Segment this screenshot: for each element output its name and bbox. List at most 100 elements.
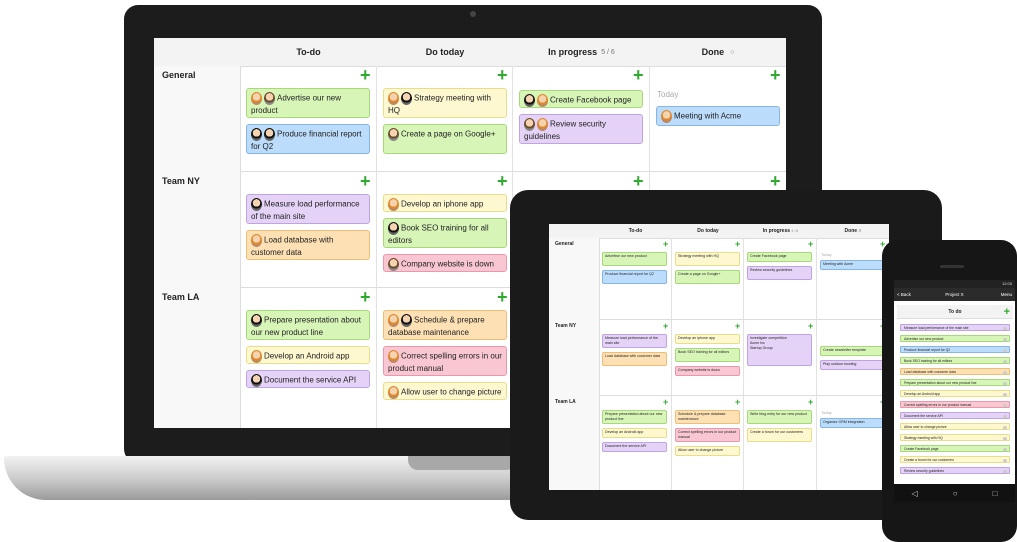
card[interactable]: Correct spelling errors in our product m…: [383, 346, 507, 376]
card[interactable]: Measure load performance of the main sit…: [602, 334, 667, 348]
add-card-button[interactable]: +: [735, 322, 740, 331]
list-item[interactable]: Document the service API: [900, 412, 1010, 419]
card-title: Meeting with Acme: [674, 111, 742, 121]
list-item[interactable]: Create Facebook page: [900, 445, 1010, 452]
add-card-button[interactable]: +: [360, 172, 371, 190]
column-header-done[interactable]: Done ○: [817, 224, 889, 239]
card[interactable]: Create Facebook page: [747, 252, 812, 262]
card[interactable]: Develop an Android app: [602, 428, 667, 438]
add-card-button[interactable]: +: [808, 322, 813, 331]
card[interactable]: Produce financial report for Q2: [246, 124, 370, 154]
card[interactable]: Schedule & prepare database maintenance: [383, 310, 507, 340]
menu-button[interactable]: Menu: [1001, 288, 1012, 301]
card[interactable]: Create Facebook page: [519, 90, 643, 108]
add-card-button[interactable]: +: [735, 240, 740, 249]
swimlane-team-la[interactable]: Team LA: [154, 288, 241, 428]
card[interactable]: Advertise our new product: [246, 88, 370, 118]
swimlane-general[interactable]: General: [549, 238, 600, 321]
card[interactable]: Create a forum for our customers: [747, 428, 812, 442]
column-title: In progress: [762, 228, 791, 234]
card[interactable]: Strategy meeting with HQ: [383, 88, 507, 118]
card[interactable]: Meeting with Acme: [656, 106, 780, 126]
list-item[interactable]: Develop an Android app: [900, 390, 1010, 397]
card[interactable]: Allow user to change picture: [675, 446, 740, 456]
column-header-in-progress[interactable]: In progress 5 / 6: [513, 38, 651, 67]
list-item[interactable]: Prepare presentation about our new produ…: [900, 379, 1010, 386]
list-item[interactable]: Strategy meeting with HQ: [900, 434, 1010, 441]
card[interactable]: Load database with customer data: [246, 230, 370, 260]
list-item[interactable]: Correct spelling errors in our product m…: [900, 401, 1010, 408]
swimlane-team-la[interactable]: Team LA: [549, 396, 600, 490]
card[interactable]: Prepare presentation about our new produ…: [602, 410, 667, 424]
column-header-do-today[interactable]: Do today: [672, 224, 745, 239]
card[interactable]: Advertise our new product: [602, 252, 667, 266]
column-header-done[interactable]: Done ○: [650, 38, 786, 67]
card[interactable]: Correct spelling errors in our product m…: [675, 428, 740, 442]
card[interactable]: Schedule & prepare database maintenance: [675, 410, 740, 424]
card[interactable]: Allow user to change picture: [383, 382, 507, 400]
card[interactable]: Develop an iphone app: [383, 194, 507, 212]
add-card-button[interactable]: +: [633, 172, 644, 190]
card[interactable]: Prepare presentation about our new produ…: [246, 310, 370, 340]
card[interactable]: Strategy meeting with HQ: [675, 252, 740, 266]
card[interactable]: Write blog entry for our new product: [747, 410, 812, 424]
add-card-button[interactable]: +: [770, 172, 781, 190]
card-title: Measure load performance of the main sit…: [605, 336, 658, 345]
list-item[interactable]: Review security guidelines: [900, 467, 1010, 474]
column-header-todo[interactable]: To-do: [240, 38, 378, 67]
card-title: Strategy meeting with HQ: [678, 254, 719, 258]
card[interactable]: Review security guidelines: [747, 266, 812, 280]
card[interactable]: Book SEO training for all editors: [675, 348, 740, 362]
avatar: [524, 94, 535, 107]
card[interactable]: Create a page on Google+: [675, 270, 740, 284]
column-header-in-progress[interactable]: In progress 4 / 6: [744, 224, 818, 239]
card[interactable]: Company website is down: [383, 254, 507, 272]
list-item[interactable]: Produce financial report for Q2: [900, 346, 1010, 353]
add-card-button[interactable]: +: [663, 240, 668, 249]
card[interactable]: Measure load performance of the main sit…: [246, 194, 370, 224]
card[interactable]: Company website is down: [675, 366, 740, 376]
list-item[interactable]: Load database with customer data: [900, 368, 1010, 375]
card[interactable]: Review security guidelines: [519, 114, 643, 144]
card[interactable]: Create newsletter template: [820, 346, 885, 356]
card[interactable]: Load database with customer data: [602, 352, 667, 366]
card[interactable]: Book SEO training for all editors: [383, 218, 507, 248]
add-card-button[interactable]: +: [360, 288, 371, 306]
add-card-button[interactable]: +: [735, 398, 740, 407]
column-header-todo[interactable]: To-do: [599, 224, 673, 239]
card[interactable]: Develop an iphone app: [675, 334, 740, 344]
add-card-button[interactable]: +: [663, 322, 668, 331]
add-card-button[interactable]: +: [808, 240, 813, 249]
add-card-button[interactable]: +: [633, 66, 644, 84]
add-card-button[interactable]: +: [497, 66, 508, 84]
card[interactable]: Organize CRM integration: [820, 418, 885, 428]
list-item[interactable]: Allow user to change picture: [900, 423, 1010, 430]
add-card-button[interactable]: +: [663, 398, 668, 407]
swimlane-general[interactable]: General: [154, 66, 241, 173]
column-header-do-today[interactable]: Do today: [377, 38, 514, 67]
card[interactable]: Document the service API: [246, 370, 370, 388]
card[interactable]: Create a page on Google+: [383, 124, 507, 154]
home-nav-icon[interactable]: ○: [953, 489, 958, 498]
swimlane-team-ny[interactable]: Team NY: [549, 320, 600, 397]
recents-nav-icon[interactable]: □: [993, 489, 998, 498]
add-card-button[interactable]: +: [497, 288, 508, 306]
card[interactable]: Document the service API: [602, 442, 667, 452]
add-card-button[interactable]: +: [497, 172, 508, 190]
add-card-button[interactable]: +: [360, 66, 371, 84]
list-item[interactable]: Book SEO training for all editors: [900, 357, 1010, 364]
card[interactable]: Meeting with Acme: [820, 260, 885, 270]
add-card-button[interactable]: +: [770, 66, 781, 84]
card[interactable]: Investigate competition Acme Inc Startup G…: [747, 334, 812, 366]
list-item[interactable]: Measure load performance of the main sit…: [900, 324, 1010, 331]
card[interactable]: Play outdoor bowling: [820, 360, 885, 370]
phone-column-header[interactable]: To do +: [897, 305, 1013, 319]
list-item[interactable]: Create a forum for our customers: [900, 456, 1010, 463]
list-item[interactable]: Advertise our new product: [900, 335, 1010, 342]
card[interactable]: Develop an Android app: [246, 346, 370, 364]
add-card-button[interactable]: +: [1004, 305, 1010, 319]
back-nav-icon[interactable]: ◁: [912, 489, 918, 498]
swimlane-team-ny[interactable]: Team NY: [154, 172, 241, 289]
add-card-button[interactable]: +: [808, 398, 813, 407]
card[interactable]: Produce financial report for Q2: [602, 270, 667, 284]
